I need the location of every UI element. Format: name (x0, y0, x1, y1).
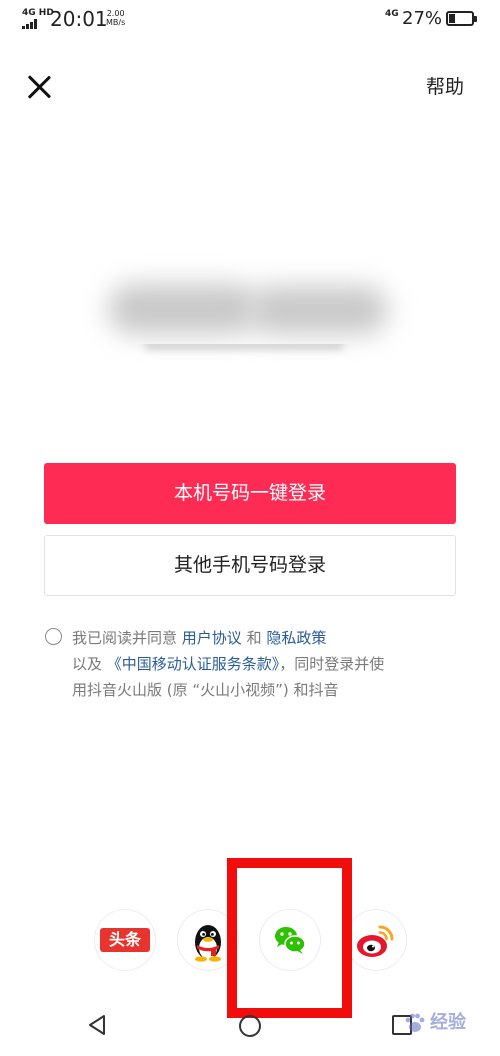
masked-carrier-notice (130, 344, 360, 364)
agreement-line2-suffix: ，同时登录并使 (279, 655, 385, 673)
watermark: 经验 (400, 1008, 494, 1040)
watermark-text: 经验 (430, 1012, 466, 1033)
status-bar: 4G HD 20:01 2.00 MB/s 4G 27% (0, 0, 500, 40)
agreement-line2-prefix: 以及 (72, 655, 107, 673)
weibo-icon (357, 925, 394, 957)
agreement-text: 我已阅读并同意 用户协议 和 隐私政策 以及 《中国移动认证服务条款》，同时登录… (72, 625, 464, 703)
close-icon[interactable] (22, 70, 56, 104)
user-agreement-link[interactable]: 用户协议 (182, 629, 242, 647)
agreement-prefix: 我已阅读并同意 (72, 629, 182, 647)
agreement-line3: 用抖音火山版 (原 “火山小视频”) 和抖音 (72, 681, 339, 699)
circle-home-icon[interactable] (239, 1015, 261, 1037)
one-tap-login-button[interactable]: 本机号码一键登录 (44, 463, 456, 524)
agreement-and: 和 (241, 629, 267, 647)
cmcc-terms-link[interactable]: 《中国移动认证服务条款》 (107, 655, 280, 673)
masked-phone-number (108, 278, 390, 340)
help-link[interactable]: 帮助 (426, 74, 464, 100)
privacy-policy-link[interactable]: 隐私政策 (266, 629, 326, 647)
highlight-box (227, 858, 352, 1018)
triangle-back-icon[interactable] (85, 1013, 109, 1037)
network-speed-value: 2.00 (106, 9, 125, 18)
clock: 20:01 (50, 7, 108, 31)
paw-icon (405, 1013, 425, 1032)
other-phone-login-button[interactable]: 其他手机号码登录 (44, 535, 456, 596)
signal-icon (22, 19, 38, 29)
battery-fill (449, 14, 455, 23)
battery-icon (446, 11, 477, 26)
agreement-radio[interactable] (45, 628, 62, 645)
weibo-login-button[interactable] (346, 910, 406, 970)
network-type-right: 4G (385, 9, 399, 19)
toutiao-logo: 头条 (100, 928, 150, 952)
network-speed-unit: MB/s (106, 18, 126, 27)
battery-percent: 27% (402, 8, 443, 29)
toutiao-login-button[interactable]: 头条 (95, 910, 155, 970)
network-speed: 2.00 MB/s (106, 9, 125, 27)
